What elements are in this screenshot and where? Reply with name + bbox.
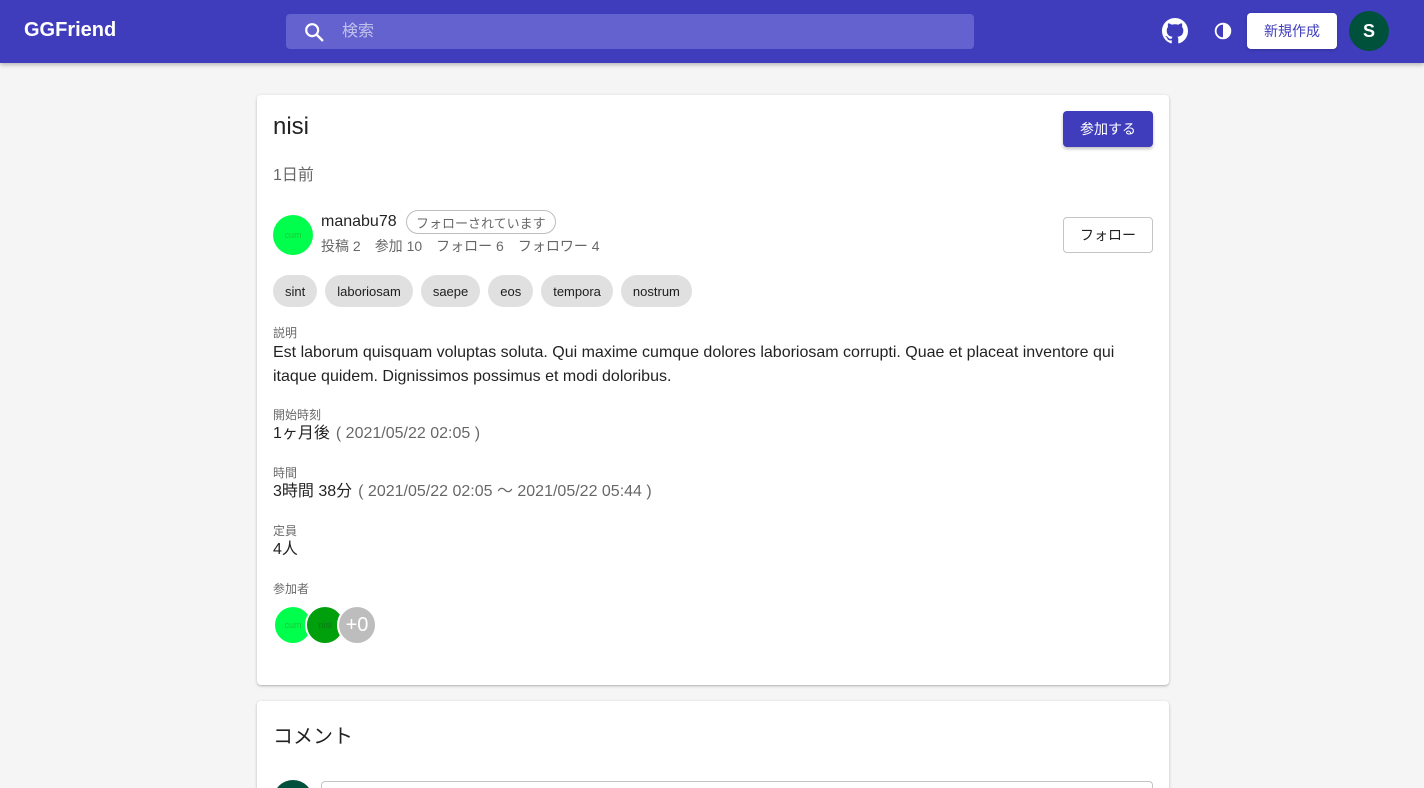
owner-avatar[interactable]: cum xyxy=(273,215,313,255)
app-bar: GGFriend 新規作成 S xyxy=(0,0,1424,63)
comment-input[interactable] xyxy=(321,781,1153,788)
stat-posts: 投稿 2 xyxy=(321,238,361,254)
participants-more-badge: +0 xyxy=(337,605,377,645)
duration: 3時間 38分 ( 2021/05/22 02:05 〜 2021/05/22 0… xyxy=(273,480,652,504)
tag-chip[interactable]: laboriosam xyxy=(325,275,413,307)
followed-badge: フォローされています xyxy=(406,210,556,234)
tag-chip[interactable]: nostrum xyxy=(620,275,692,307)
search-box[interactable] xyxy=(286,14,974,49)
owner-stats: 投稿 2 参加 10 フォロー 6 フォロワー 4 xyxy=(321,236,600,256)
tag-list: sint laboriosam saepe eos tempora nostru… xyxy=(273,275,692,307)
start-label: 開始時刻 xyxy=(273,408,322,422)
description-text: Est laborum quisquam voluptas soluta. Qu… xyxy=(273,344,1115,385)
tag-chip[interactable]: saepe xyxy=(420,275,481,307)
stat-joined: 参加 10 xyxy=(374,238,423,254)
comment-user-avatar xyxy=(273,780,313,788)
participants-label: 参加者 xyxy=(273,582,310,596)
description-label: 説明 xyxy=(273,326,298,340)
event-title: nisi xyxy=(273,113,310,140)
comments-card: コメント xyxy=(257,701,1169,788)
tag-chip[interactable]: sint xyxy=(273,275,318,307)
owner-name[interactable]: manabu78 xyxy=(321,213,397,231)
search-input[interactable] xyxy=(342,14,962,49)
stat-followers: フォロワー 4 xyxy=(517,238,600,254)
new-post-button[interactable]: 新規作成 xyxy=(1247,13,1337,49)
join-button[interactable]: 参加する xyxy=(1063,111,1153,147)
capacity-label: 定員 xyxy=(273,524,298,538)
duration-range: ( 2021/05/22 02:05 〜 2021/05/22 05:44 ) xyxy=(358,483,652,500)
duration-value: 3時間 38分 xyxy=(273,483,353,500)
posted-time: 1日前 xyxy=(273,167,314,184)
event-card: nisi 参加する 1日前 cum manabu78 フォローされています 投稿… xyxy=(257,95,1169,685)
follow-button[interactable]: フォロー xyxy=(1063,217,1153,253)
comments-title: コメント xyxy=(273,726,353,748)
start-time: 1ヶ月後 ( 2021/05/22 02:05 ) xyxy=(273,422,480,446)
participants-list: cum nisi +0 xyxy=(273,605,377,645)
tag-chip[interactable]: tempora xyxy=(541,275,613,307)
github-icon[interactable] xyxy=(1162,18,1188,44)
start-relative: 1ヶ月後 xyxy=(273,425,330,442)
dark-mode-toggle-icon[interactable] xyxy=(1212,20,1234,42)
duration-label: 時間 xyxy=(273,466,298,480)
tag-chip[interactable]: eos xyxy=(488,275,534,307)
start-absolute: ( 2021/05/22 02:05 ) xyxy=(335,425,481,442)
search-icon xyxy=(305,23,324,42)
brand-logo[interactable]: GGFriend xyxy=(24,19,116,42)
capacity-value: 4人 xyxy=(273,541,298,558)
stat-following: フォロー 6 xyxy=(436,238,504,254)
user-avatar[interactable]: S xyxy=(1349,11,1389,51)
